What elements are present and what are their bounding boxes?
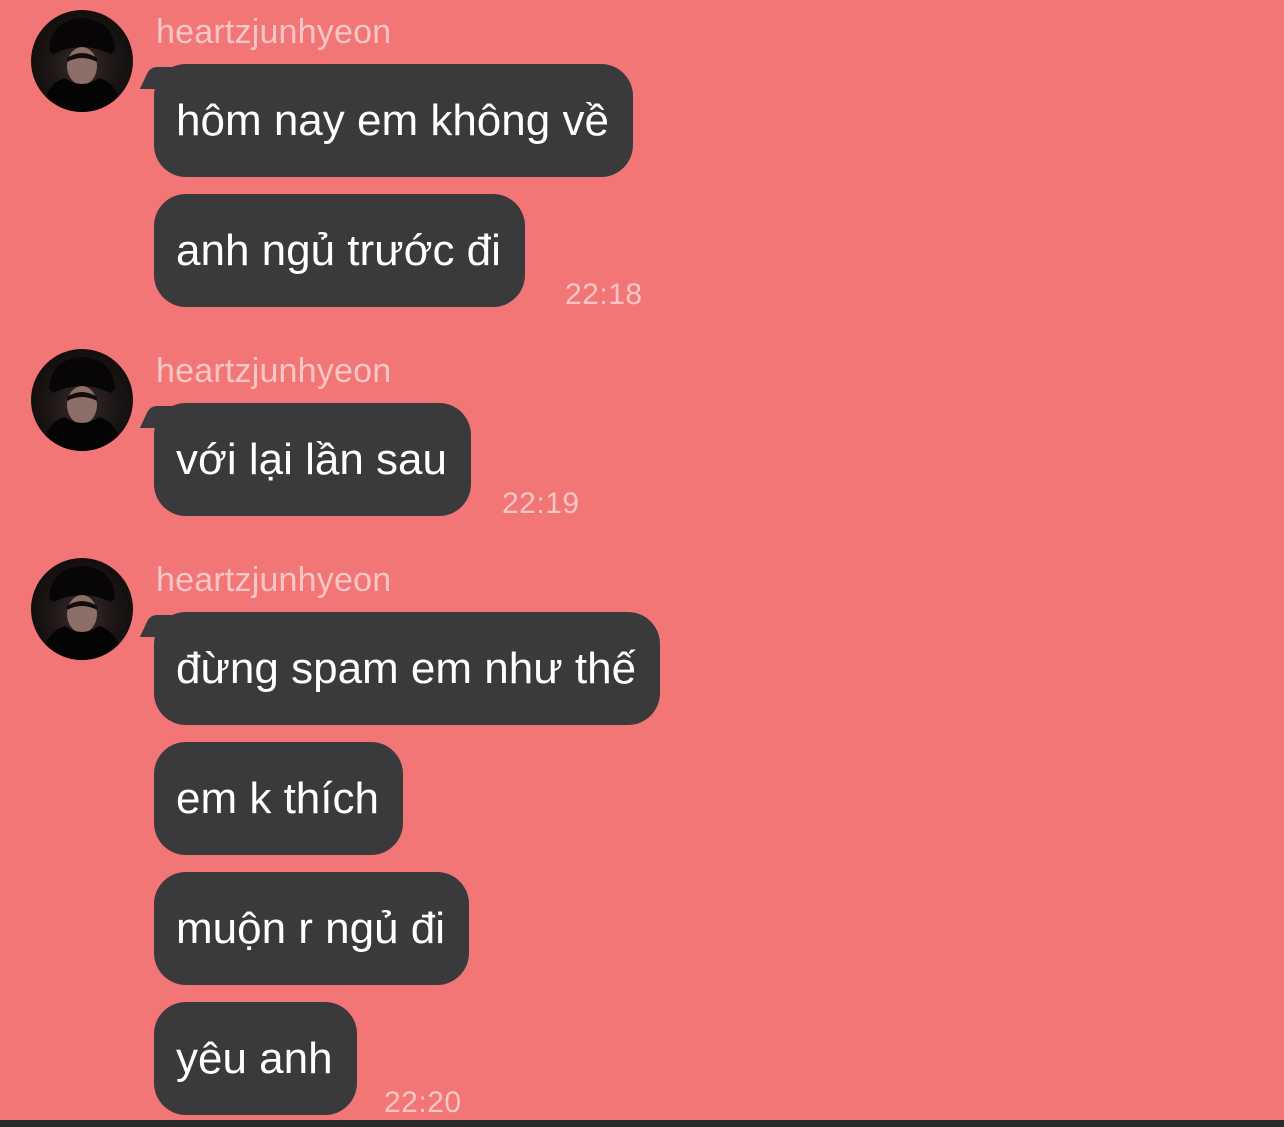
username[interactable]: heartzjunhyeon [156,349,391,393]
username[interactable]: heartzjunhyeon [156,10,391,54]
message-timestamp: 22:18 [565,278,643,311]
message-bubble[interactable]: yêu anh [154,1002,357,1115]
username[interactable]: heartzjunhyeon [156,558,391,602]
message-bubble[interactable]: đừng spam em như thế [154,612,661,725]
message-bubble[interactable]: em k thích [154,742,403,855]
profile-photo-icon [41,357,123,451]
avatar[interactable] [31,558,133,660]
message-bubble[interactable]: muộn r ngủ đi [154,872,470,985]
message-bubble[interactable]: anh ngủ trước đi [154,194,525,307]
profile-photo-icon [41,566,123,660]
avatar[interactable] [31,349,133,451]
bottom-bar [0,1120,1284,1127]
profile-photo-icon [41,18,123,112]
avatar[interactable] [31,10,133,112]
message-bubble[interactable]: với lại lần sau [154,403,471,516]
message-bubble[interactable]: hôm nay em không về [154,64,633,177]
message-timestamp: 22:20 [384,1086,462,1119]
message-timestamp: 22:19 [502,487,580,520]
